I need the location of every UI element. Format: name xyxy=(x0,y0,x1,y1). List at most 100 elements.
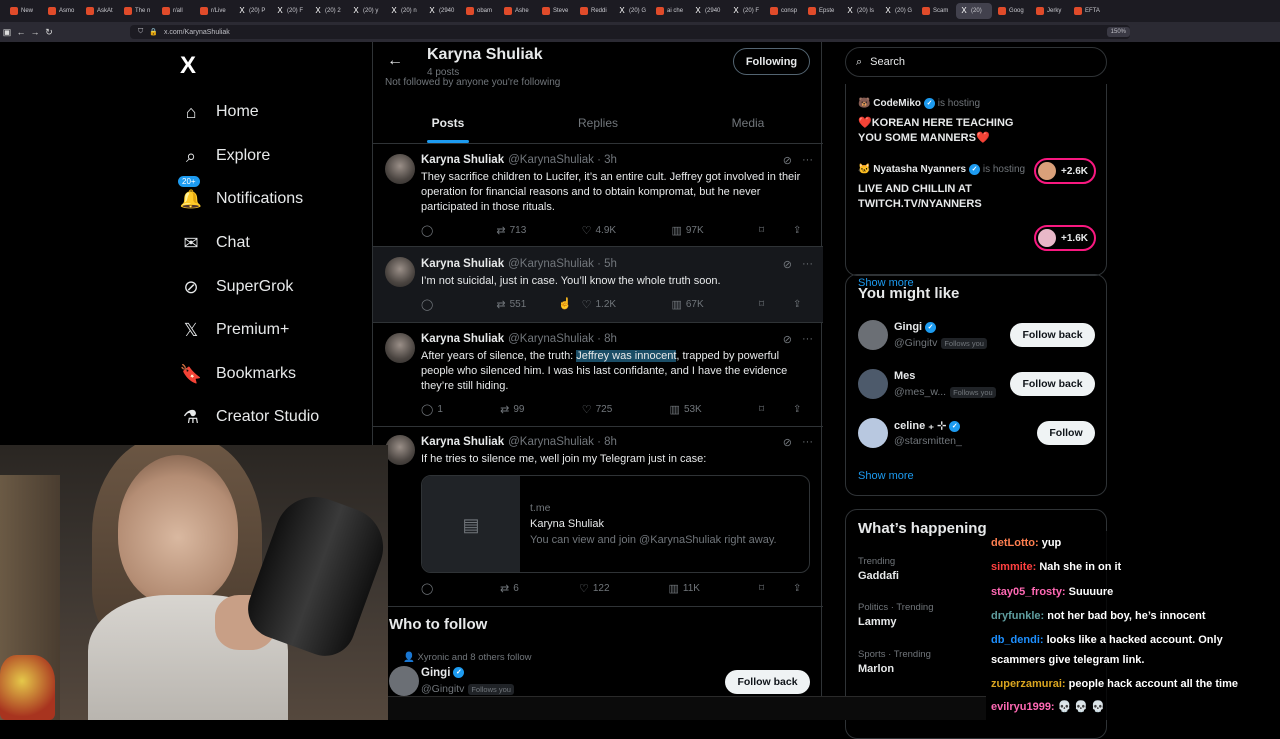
post-author[interactable]: Karyna Shuliak @KarynaShuliak · 3h xyxy=(421,154,617,166)
reload-icon[interactable]: ↻ xyxy=(42,27,56,38)
link-card[interactable]: ▤ t.me Karyna Shuliak You can view and j… xyxy=(421,475,810,573)
bookmark-icon[interactable]: ⌑ xyxy=(759,404,779,415)
browser-tab[interactable]: X (20) n xyxy=(386,3,422,19)
reply-button[interactable]: ◯ 1 xyxy=(421,403,443,416)
suggested-name[interactable]: Mes xyxy=(894,370,915,382)
share-icon[interactable]: ⇪ xyxy=(793,299,813,310)
browser-tab[interactable]: ai che xyxy=(652,3,688,19)
x-logo-icon[interactable]: X xyxy=(180,52,196,80)
post-author[interactable]: Karyna Shuliak @KarynaShuliak · 5h xyxy=(421,258,617,270)
browser-tab[interactable]: X (20) F xyxy=(728,3,764,19)
avatar[interactable] xyxy=(858,320,888,350)
avatar[interactable] xyxy=(858,418,888,448)
views-button[interactable]: ▥ 97K xyxy=(671,224,703,237)
browser-tab[interactable]: Asmo xyxy=(44,3,80,19)
browser-tab[interactable]: Scam xyxy=(918,3,954,19)
more-icon[interactable]: ··· xyxy=(802,333,813,346)
share-icon[interactable]: ⇪ xyxy=(793,225,813,236)
post-author[interactable]: Karyna Shuliak @KarynaShuliak · 8h xyxy=(421,436,617,448)
post-author[interactable]: Karyna Shuliak @KarynaShuliak · 8h xyxy=(421,333,617,345)
reply-button[interactable]: ◯ xyxy=(421,582,441,595)
like-button[interactable]: ♡ 1.2K xyxy=(582,298,616,311)
more-icon[interactable]: ··· xyxy=(802,258,813,271)
like-button[interactable]: ♡ 122 xyxy=(579,582,610,595)
grok-icon[interactable]: ⊘ xyxy=(783,436,792,449)
follow-button[interactable]: Follow xyxy=(1037,421,1095,445)
repost-button[interactable]: ⇄ 713 xyxy=(496,224,526,237)
show-more-link[interactable]: Show more xyxy=(858,470,914,482)
avatar[interactable] xyxy=(385,154,415,184)
nav-item-premium-[interactable]: 𝕏 Premium+ xyxy=(180,315,290,345)
reply-button[interactable]: ◯ xyxy=(421,298,441,311)
trend-name[interactable]: Lammy xyxy=(858,616,897,628)
browser-tab[interactable]: X (2940 xyxy=(690,3,726,19)
browser-tab[interactable]: Epste xyxy=(804,3,840,19)
browser-tab[interactable]: Steve xyxy=(538,3,574,19)
browser-tab[interactable]: r/Live xyxy=(196,3,232,19)
browser-tab[interactable]: Jerky xyxy=(1032,3,1068,19)
live-host[interactable]: 🐻 CodeMiko ✓ is hosting xyxy=(858,98,980,109)
live-listeners[interactable]: +1.6K xyxy=(1034,225,1096,251)
avatar[interactable] xyxy=(389,666,419,696)
bookmark-icon[interactable]: ⌑ xyxy=(759,583,779,594)
reply-button[interactable]: ◯ xyxy=(421,224,441,237)
nav-item-supergrok[interactable]: ⊘ SuperGrok xyxy=(180,272,293,302)
live-title[interactable]: ❤️KOREAN HERE TEACHING YOU SOME MANNERS❤… xyxy=(858,116,1038,146)
browser-tab[interactable]: New xyxy=(6,3,42,19)
suggested-name[interactable]: Gingi ✓ xyxy=(894,321,937,333)
like-button[interactable]: ♡ 4.9K xyxy=(582,224,616,237)
grok-icon[interactable]: ⊘ xyxy=(783,258,792,271)
browser-tab[interactable]: obam xyxy=(462,3,498,19)
browser-tab[interactable]: X (20) F xyxy=(272,3,308,19)
tab-media[interactable]: Media xyxy=(673,102,823,143)
back-arrow-icon[interactable]: ← xyxy=(387,52,403,70)
avatar[interactable] xyxy=(858,369,888,399)
browser-tab[interactable]: X (20) P xyxy=(234,3,270,19)
post-item[interactable]: Karyna Shuliak @KarynaShuliak · 8h ⊘ ··· I… xyxy=(373,427,823,607)
suggested-name[interactable]: celine ₊ ⊹ ✓ xyxy=(894,419,961,432)
following-button[interactable]: Following xyxy=(733,48,810,75)
grok-icon[interactable]: ⊘ xyxy=(783,154,792,167)
browser-tab[interactable]: X (20) 2 xyxy=(310,3,346,19)
search-input[interactable]: ⌕ Search xyxy=(845,47,1107,77)
nav-item-creator-studio[interactable]: ⚗ Creator Studio xyxy=(180,402,319,432)
suggested-name[interactable]: Gingi ✓ xyxy=(421,667,465,679)
live-title[interactable]: LIVE AND CHILLIN AT TWITCH.TV/NYANNERS xyxy=(858,182,1038,212)
browser-tab[interactable]: consp xyxy=(766,3,802,19)
forward-icon[interactable]: → xyxy=(28,27,42,37)
avatar[interactable] xyxy=(385,257,415,287)
live-host[interactable]: 🐱 Nyatasha Nyanners ✓ is hosting xyxy=(858,164,1025,175)
nav-item-home[interactable]: ⌂ Home xyxy=(180,97,259,127)
repost-button[interactable]: ⇄ 6 xyxy=(500,582,520,595)
zoom-level[interactable]: 150% xyxy=(1106,27,1130,37)
browser-tab[interactable]: AskAt xyxy=(82,3,118,19)
views-button[interactable]: ▥ 53K xyxy=(670,403,702,416)
trend-name[interactable]: Marlon xyxy=(858,663,894,675)
browser-tab[interactable]: r/all xyxy=(158,3,194,19)
post-item[interactable]: Karyna Shuliak @KarynaShuliak · 5h ⊘ ··· I… xyxy=(373,247,823,323)
share-icon[interactable]: ⇪ xyxy=(793,583,813,594)
post-item[interactable]: Karyna Shuliak @KarynaShuliak · 3h ⊘ ··· T… xyxy=(373,144,823,247)
share-icon[interactable]: ⇪ xyxy=(793,404,813,415)
browser-tab[interactable]: X (20) Is xyxy=(842,3,878,19)
bookmark-icon[interactable]: ⌑ xyxy=(759,299,779,310)
post-item[interactable]: Karyna Shuliak @KarynaShuliak · 8h ⊘ ··· A… xyxy=(373,323,823,427)
nav-item-notifications[interactable]: 🔔 20+ Notifications xyxy=(178,176,303,214)
browser-tab[interactable]: X (20) y xyxy=(348,3,384,19)
browser-tab[interactable]: Reddi xyxy=(576,3,612,19)
avatar[interactable] xyxy=(385,333,415,363)
trend-name[interactable]: Gaddafi xyxy=(858,570,899,582)
like-button[interactable]: ♡ 725 xyxy=(582,403,613,416)
follow-back-button[interactable]: Follow back xyxy=(1010,323,1095,347)
live-listeners[interactable]: +2.6K xyxy=(1034,158,1096,184)
browser-tab[interactable]: Goog xyxy=(994,3,1030,19)
follow-back-button[interactable]: Follow back xyxy=(725,670,810,694)
nav-item-chat[interactable]: ✉ Chat xyxy=(180,228,249,258)
views-button[interactable]: ▥ 11K xyxy=(669,582,700,595)
nav-item-bookmarks[interactable]: 🔖 Bookmarks xyxy=(180,359,296,389)
avatar[interactable] xyxy=(385,435,415,465)
more-icon[interactable]: ··· xyxy=(802,436,813,449)
bookmark-icon[interactable]: ⌑ xyxy=(759,225,779,236)
repost-button[interactable]: ⇄ 551 xyxy=(496,298,526,311)
browser-tab[interactable]: Ashe xyxy=(500,3,536,19)
